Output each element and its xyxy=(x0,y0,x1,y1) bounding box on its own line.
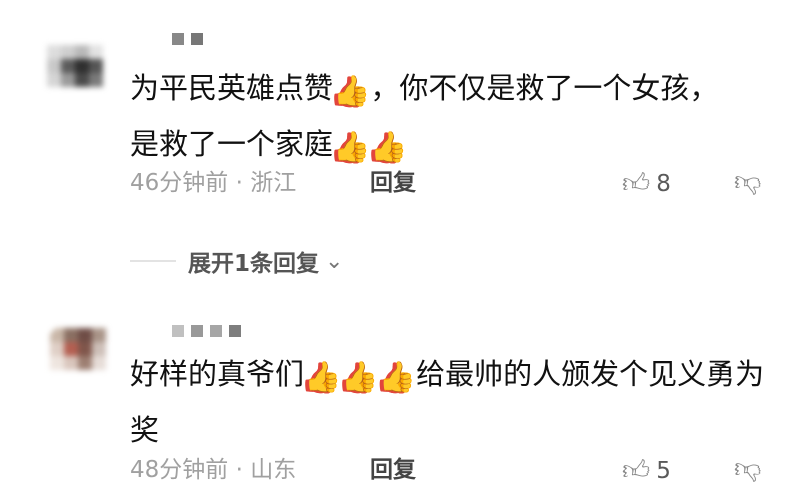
timestamp: 48分钟前 xyxy=(130,457,229,483)
dislike-button[interactable]: 👎︎ xyxy=(734,166,761,198)
thumbs-up-emoji-icon: 👍 xyxy=(378,360,417,395)
location: · 山东 xyxy=(235,457,297,483)
timestamp: 46分钟前 xyxy=(130,170,229,196)
like-count: 8 xyxy=(656,171,671,197)
location: · 浙江 xyxy=(235,170,297,196)
reply-button[interactable]: 回复 xyxy=(370,168,416,198)
chevron-down-icon: ⌄ xyxy=(325,248,344,274)
comment-text: 好样的真爷们👍👍👍给最帅的人颁发个见义勇为奖 xyxy=(130,348,770,456)
thumbs-up-emoji-icon: 👍 xyxy=(333,74,371,109)
comment-meta: 48分钟前 · 山东 xyxy=(130,455,296,485)
thumbs-up-emoji-icon: 👍 xyxy=(333,130,371,165)
comment-meta: 46分钟前 · 浙江 xyxy=(130,168,296,198)
thumbs-up-emoji-icon: 👍 xyxy=(370,130,408,165)
reply-button[interactable]: 回复 xyxy=(370,455,416,485)
thumbs-up-emoji-icon: 👍 xyxy=(304,360,342,395)
thumbs-down-icon: 👎︎ xyxy=(734,453,762,484)
username-redacted[interactable] xyxy=(172,325,241,337)
expand-replies-label: 展开1条回复 xyxy=(188,251,320,277)
divider-line xyxy=(130,260,176,262)
dislike-button[interactable]: 👎︎ xyxy=(734,453,761,485)
thumbs-down-icon: 👎︎ xyxy=(734,166,762,197)
username-redacted[interactable] xyxy=(172,33,203,45)
thumbs-up-icon: 👍︎ xyxy=(622,455,651,486)
expand-replies-button[interactable]: 展开1条回复 ⌄ xyxy=(130,244,343,278)
thumbs-up-icon: 👍︎ xyxy=(622,168,651,199)
thumbs-up-emoji-icon: 👍 xyxy=(341,360,379,395)
avatar[interactable] xyxy=(40,318,128,406)
like-button[interactable]: 👍︎ 5 xyxy=(622,455,671,487)
comment-item: 为平民英雄点赞👍，你不仅是救了一个女孩，是救了一个家庭👍👍 46分钟前 · 浙江… xyxy=(0,0,800,230)
avatar[interactable] xyxy=(33,35,127,105)
like-count: 5 xyxy=(656,458,671,484)
comment-text: 为平民英雄点赞👍，你不仅是救了一个女孩，是救了一个家庭👍👍 xyxy=(130,62,740,174)
like-button[interactable]: 👍︎ 8 xyxy=(622,168,671,200)
